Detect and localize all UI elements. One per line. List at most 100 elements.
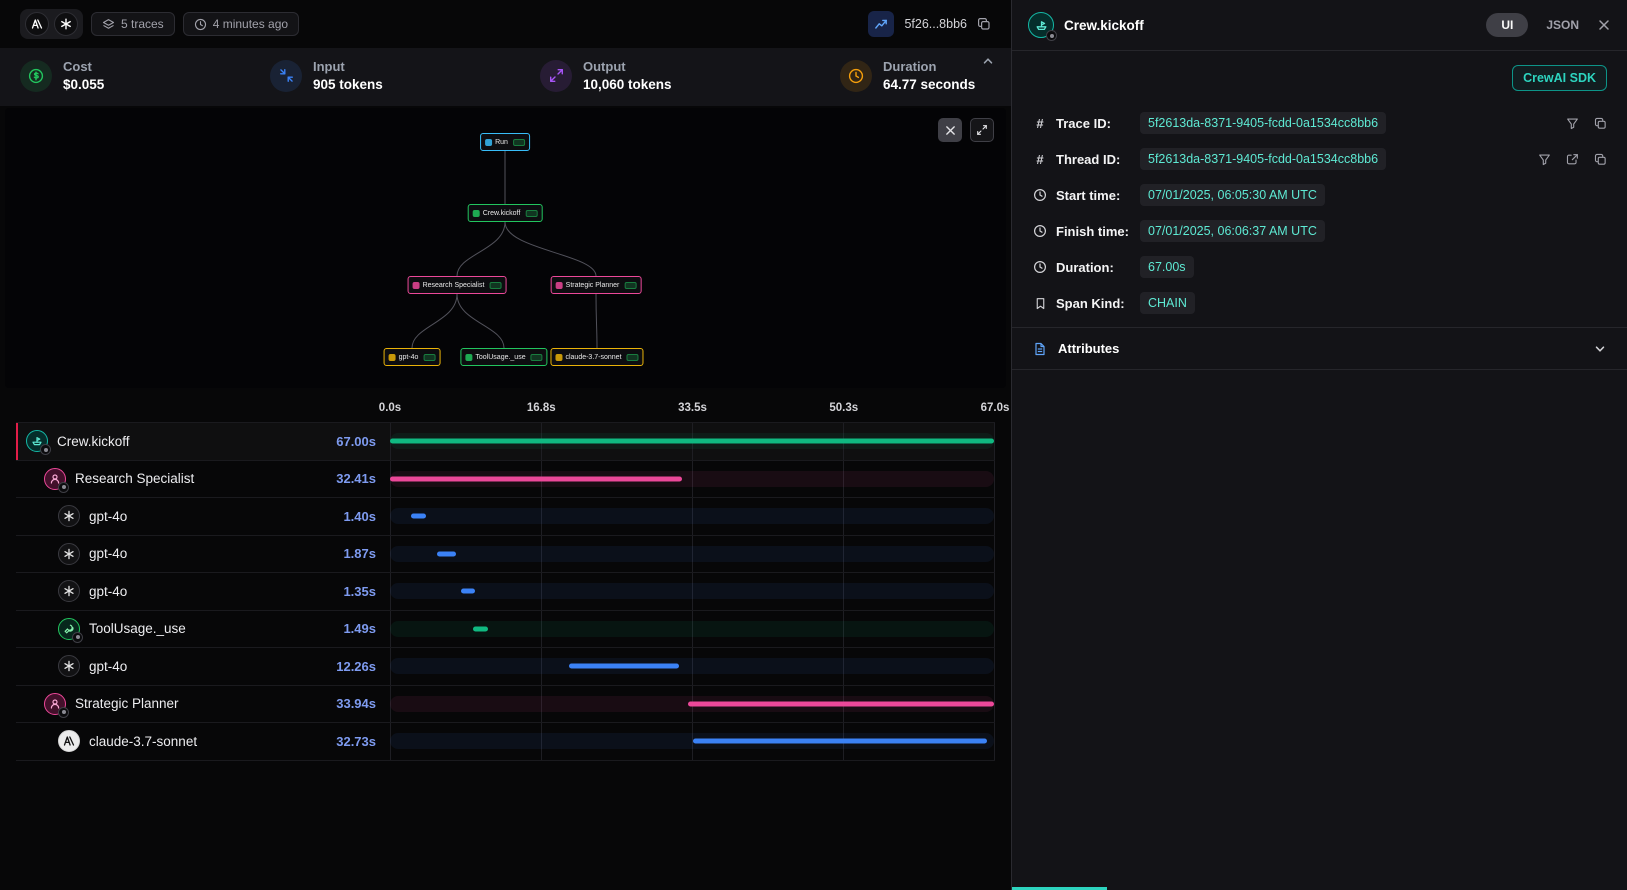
close-icon[interactable] [1597,18,1611,32]
timeline-chart-cell[interactable] [390,461,995,498]
trace-id-value[interactable]: 5f2613da-8371-9405-fcdd-0a1534cc8bb6 [1140,112,1386,134]
span-name: gpt-4o [89,659,127,674]
chevron-down-icon[interactable] [1593,342,1607,356]
hash-icon: # [1032,116,1048,131]
field-finish-time: Finish time: 07/01/2025, 06:06:37 AM UTC [1032,213,1607,249]
span-bar [569,664,680,669]
output-label: Output [583,59,672,74]
span-name: Strategic Planner [75,696,179,711]
timeline-chart-cell[interactable] [390,536,995,573]
node-label: Research Specialist [423,282,485,289]
field-span-kind: Span Kind: CHAIN [1032,285,1607,321]
external-link-icon[interactable] [1566,153,1579,166]
timeline-row-research-specialist[interactable]: Research Specialist 32.41s [16,460,995,498]
timeline-chart-cell[interactable] [390,723,995,760]
duration-value: 67.00s [1140,256,1194,278]
timeline-row-gpt-4o[interactable]: gpt-4o 1.87s [16,535,995,573]
execution-graph[interactable]: Run Crew.kickoff Research Specialist Str… [5,108,1006,388]
field-label: Duration: [1056,260,1132,275]
openai-logo-icon [54,12,78,36]
field-label: Start time: [1056,188,1132,203]
topbar-right: 5f26...8bb6 [868,11,991,37]
trend-chart-button[interactable] [868,11,894,37]
span-name: claude-3.7-sonnet [89,734,197,749]
node-color-square [555,354,562,361]
sdk-badge[interactable]: CrewAI SDK [1512,65,1607,91]
graph-node-strategic-planner[interactable]: Strategic Planner [551,276,642,294]
span-detail-panel: Crew.kickoff UI JSON CrewAI SDK # Trace … [1011,0,1627,890]
field-label: Finish time: [1056,224,1132,239]
graph-node-crew-kickoff[interactable]: Crew.kickoff [468,204,543,222]
attributes-label: Attributes [1058,341,1119,356]
node-color-square [465,354,472,361]
timeline-row-strategic-planner[interactable]: Strategic Planner 33.94s [16,685,995,723]
sdk-subbadge-icon [40,444,51,455]
graph-node-claude[interactable]: claude-3.7-sonnet [550,348,643,366]
graph-controls [938,118,994,142]
span-duration: 32.73s [336,734,376,749]
node-duration-pill [423,354,435,361]
node-label: Strategic Planner [566,282,620,289]
timeline-chart-cell[interactable] [390,573,995,610]
filter-icon[interactable] [1538,153,1551,166]
stat-output: Output 10,060 tokens [540,59,840,92]
graph-node-run[interactable]: Run [480,133,530,151]
collapse-chevron-icon[interactable] [981,54,995,68]
tool-icon [58,618,80,640]
span-bar [390,439,994,444]
field-label: Span Kind: [1056,296,1132,311]
anthropic-logo-icon [25,12,49,36]
field-trace-id: # Trace ID: 5f2613da-8371-9405-fcdd-0a15… [1032,105,1607,141]
traces-count-badge[interactable]: 5 traces [91,12,175,36]
timeline-row-gpt-4o[interactable]: gpt-4o 1.35s [16,572,995,610]
filter-icon[interactable] [1566,117,1579,130]
thread-id-value[interactable]: 5f2613da-8371-9405-fcdd-0a1534cc8bb6 [1140,148,1386,170]
span-duration: 33.94s [336,696,376,711]
span-name: gpt-4o [89,509,127,524]
tick-label: 16.8s [527,402,556,414]
tick-label: 0.0s [379,402,401,414]
input-label: Input [313,59,383,74]
node-duration-pill [513,139,525,146]
timeline-chart-cell[interactable] [390,498,995,535]
timeline-row-gpt-4o[interactable]: gpt-4o 12.26s [16,647,995,685]
span-track [390,508,994,524]
copy-icon[interactable] [977,17,991,31]
tick-label: 67.0s [981,402,1010,414]
tab-ui[interactable]: UI [1486,13,1528,37]
timeline-chart-cell[interactable] [390,648,995,685]
span-name: gpt-4o [89,546,127,561]
clock-icon [1032,260,1048,274]
attributes-section-toggle[interactable]: Attributes [1012,328,1627,369]
graph-node-research-specialist[interactable]: Research Specialist [408,276,507,294]
node-color-square [473,210,480,217]
timeline-row-claude[interactable]: claude-3.7-sonnet 32.73s [16,722,995,760]
graph-close-button[interactable] [938,118,962,142]
timeline-chart-cell[interactable] [390,423,995,460]
graph-fullscreen-button[interactable] [970,118,994,142]
span-bar [688,701,994,706]
tab-json[interactable]: JSON [1546,18,1579,32]
copy-icon[interactable] [1594,117,1607,130]
input-value: 905 tokens [313,77,383,92]
node-duration-pill [627,354,639,361]
copy-icon[interactable] [1594,153,1607,166]
graph-node-toolusage[interactable]: ToolUsage._use [460,348,547,366]
span-name: gpt-4o [89,584,127,599]
tick-label: 50.3s [829,402,858,414]
span-duration: 12.26s [336,659,376,674]
timeline-chart-cell[interactable] [390,611,995,648]
node-duration-pill [531,354,543,361]
timeline-row-crew-kickoff[interactable]: Crew.kickoff 67.00s [16,422,995,460]
layers-icon [102,18,115,31]
span-duration: 1.87s [343,546,376,561]
field-thread-id: # Thread ID: 5f2613da-8371-9405-fcdd-0a1… [1032,141,1607,177]
sdk-subbadge-icon [58,482,69,493]
timeline-row-gpt-4o[interactable]: gpt-4o 1.40s [16,497,995,535]
timeline-row-toolusage[interactable]: ToolUsage._use 1.49s [16,610,995,648]
graph-node-gpt-4o[interactable]: gpt-4o [384,348,441,366]
anthropic-icon [58,730,80,752]
trace-timeline: 0.0s 16.8s 33.5s 50.3s 67.0s Crew.kickof… [0,388,1011,761]
node-color-square [485,139,492,146]
timeline-chart-cell[interactable] [390,686,995,723]
